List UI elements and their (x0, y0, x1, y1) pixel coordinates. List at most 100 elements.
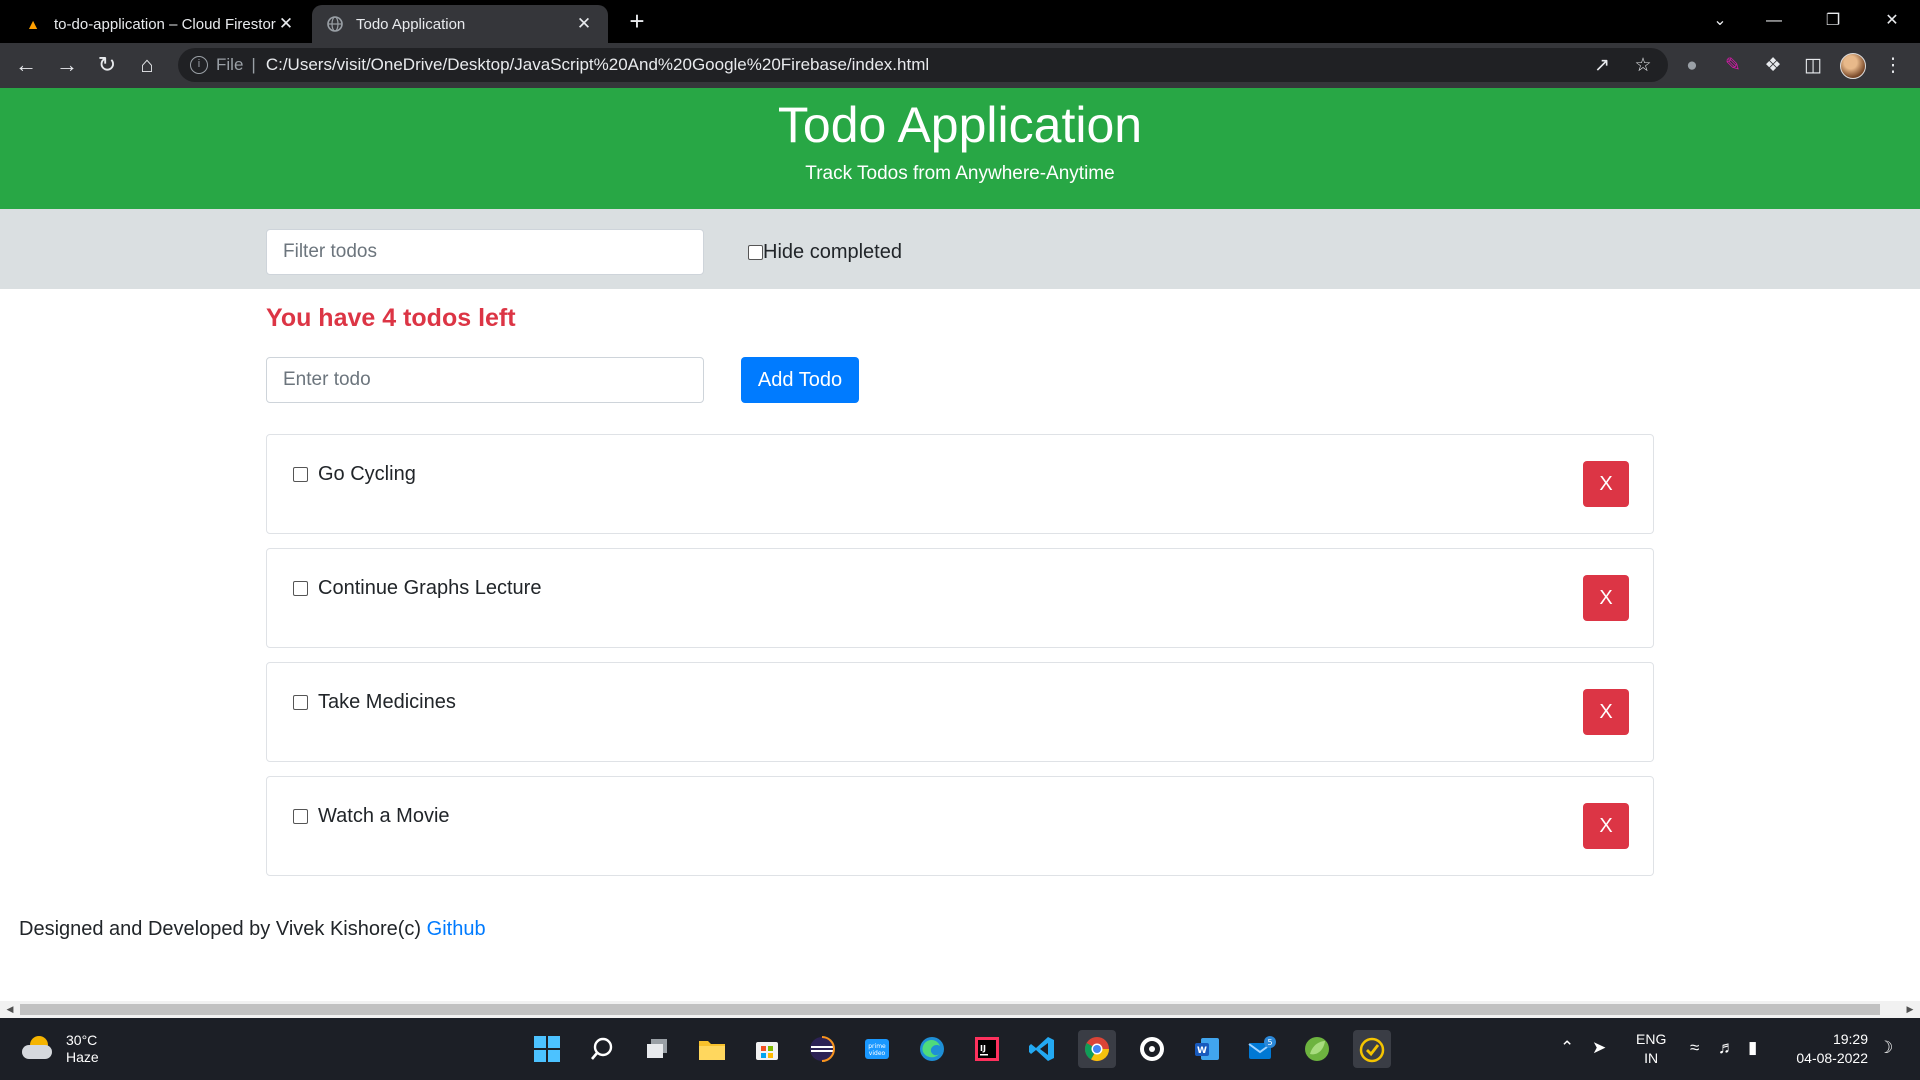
address-bar[interactable]: i File | C:/Users/visit/OneDrive/Desktop… (178, 48, 1668, 82)
share-icon[interactable]: ↗ (1589, 53, 1615, 79)
home-icon[interactable]: ⌂ (131, 49, 163, 81)
task-view-icon[interactable] (638, 1030, 676, 1068)
add-todo-button[interactable]: Add Todo (741, 357, 859, 403)
back-icon[interactable]: ← (10, 49, 42, 81)
todo-item: Continue Graphs Lecture X (266, 548, 1654, 648)
todo-text: Go Cycling (318, 463, 416, 485)
edge-icon[interactable] (913, 1030, 951, 1068)
focus-moon-icon[interactable]: ☽ (1878, 1038, 1893, 1058)
windows-start-icon[interactable] (528, 1030, 566, 1068)
delete-todo-button[interactable]: X (1583, 575, 1629, 621)
todo-checkbox[interactable] (293, 581, 308, 596)
region-code: IN (1644, 1050, 1659, 1066)
hide-completed-toggle[interactable]: Hide completed (748, 241, 902, 264)
delete-todo-button[interactable]: X (1583, 689, 1629, 735)
language-code: ENG (1636, 1031, 1667, 1047)
eclipse-icon[interactable] (803, 1030, 841, 1068)
close-window-button[interactable]: ✕ (1872, 6, 1912, 36)
horizontal-scrollbar[interactable]: ◀ ▶ (0, 1001, 1920, 1018)
filter-bar: Filter todos Hide completed (0, 209, 1920, 289)
weather-temp: 30°C (66, 1032, 98, 1048)
obs-icon[interactable] (1133, 1030, 1171, 1068)
svg-text:video: video (869, 1050, 886, 1057)
todo-app-icon[interactable] (1353, 1030, 1391, 1068)
weather-haze-icon (22, 1036, 56, 1062)
scrollbar-thumb[interactable] (20, 1004, 1880, 1015)
scroll-right-arrow-icon[interactable]: ▶ (1902, 1001, 1918, 1018)
scroll-left-arrow-icon[interactable]: ◀ (2, 1001, 18, 1018)
todo-item: Go Cycling X (266, 434, 1654, 534)
info-icon[interactable]: i (190, 56, 208, 74)
todos-left-summary: You have 4 todos left (266, 304, 516, 332)
tab-todo-application[interactable]: Todo Application ✕ (312, 5, 608, 43)
todo-checkbox[interactable] (293, 467, 308, 482)
todo-checkbox[interactable] (293, 695, 308, 710)
restore-button[interactable]: ❐ (1813, 6, 1853, 36)
menu-kebab-icon[interactable]: ⋮ (1880, 53, 1906, 79)
wifi-icon[interactable]: ≈ (1690, 1038, 1699, 1058)
todo-text: Watch a Movie (318, 805, 450, 827)
url-scheme: File (216, 55, 244, 74)
todo-checkbox[interactable] (293, 809, 308, 824)
location-icon[interactable]: ➤ (1592, 1038, 1606, 1058)
todo-item: Watch a Movie X (266, 776, 1654, 876)
weather-condition: Haze (66, 1049, 99, 1065)
svg-text:prime: prime (868, 1043, 886, 1050)
prime-video-icon[interactable]: prime video (858, 1030, 896, 1068)
svg-text:W: W (1197, 1046, 1207, 1056)
delete-todo-button[interactable]: X (1583, 803, 1629, 849)
url-text[interactable]: C:/Users/visit/OneDrive/Desktop/JavaScri… (266, 55, 929, 75)
chrome-icon[interactable] (1078, 1030, 1116, 1068)
extensions-puzzle-icon[interactable]: ❖ (1760, 53, 1786, 79)
vscode-icon[interactable] (1023, 1030, 1061, 1068)
svg-text:IJ: IJ (980, 1044, 986, 1053)
tab-search-icon[interactable]: ⌄ (1700, 6, 1740, 36)
close-tab-icon[interactable]: ✕ (276, 14, 296, 34)
taskbar: 30°C Haze prime video IJ W 5 ⌃ ➤ ENG IN … (0, 1018, 1920, 1080)
todo-text: Take Medicines (318, 691, 456, 713)
intellij-icon[interactable]: IJ (968, 1030, 1006, 1068)
pen-extension-icon[interactable]: ✎ (1720, 53, 1746, 79)
tab-title: Todo Application (356, 15, 466, 33)
page-subtitle: Track Todos from Anywhere-Anytime (805, 163, 1115, 184)
volume-icon[interactable]: ♬ (1718, 1038, 1735, 1058)
delete-todo-button[interactable]: X (1583, 461, 1629, 507)
system-clock[interactable]: 19:29 04-08-2022 (1786, 1030, 1868, 1068)
extension-icon[interactable]: ● (1679, 53, 1705, 79)
bookmark-star-icon[interactable]: ☆ (1630, 53, 1656, 79)
reload-icon[interactable]: ↻ (91, 49, 123, 81)
browser-tab-strip: ▲ to-do-application – Cloud Firestore ✕ … (0, 0, 1920, 43)
mail-badge: 5 (1267, 1038, 1272, 1047)
mail-icon[interactable]: 5 (1243, 1030, 1281, 1068)
battery-icon[interactable]: ▮ (1748, 1038, 1757, 1058)
spring-tool-icon[interactable] (1298, 1030, 1336, 1068)
clock-time: 19:29 (1832, 1031, 1868, 1047)
chevron-up-icon[interactable]: ⌃ (1560, 1038, 1574, 1058)
hide-completed-checkbox[interactable] (748, 245, 763, 260)
word-icon[interactable]: W (1188, 1030, 1226, 1068)
todo-text: Continue Graphs Lecture (318, 577, 542, 599)
hide-completed-label: Hide completed (763, 241, 902, 263)
weather-widget[interactable]: 30°C Haze (22, 1032, 99, 1066)
app-header: Todo Application Track Todos from Anywhe… (0, 88, 1920, 209)
firebase-icon: ▲ (26, 16, 40, 32)
file-explorer-icon[interactable] (693, 1030, 731, 1068)
enter-todo-input[interactable]: Enter todo (266, 357, 704, 403)
new-tab-button[interactable]: + (622, 6, 652, 36)
minimize-button[interactable]: — (1754, 6, 1794, 36)
language-indicator[interactable]: ENG IN (1636, 1030, 1666, 1068)
filter-todos-input[interactable]: Filter todos (266, 229, 704, 275)
search-icon[interactable] (583, 1030, 621, 1068)
globe-icon (326, 15, 344, 33)
todo-item: Take Medicines X (266, 662, 1654, 762)
close-tab-icon[interactable]: ✕ (574, 14, 594, 34)
profile-avatar[interactable] (1840, 53, 1866, 79)
clock-date: 04-08-2022 (1796, 1050, 1868, 1066)
side-panel-icon[interactable]: ◫ (1800, 53, 1826, 79)
github-link[interactable]: Github (427, 918, 486, 940)
page-title: Todo Application (777, 97, 1143, 153)
forward-icon[interactable]: → (51, 49, 83, 81)
microsoft-store-icon[interactable] (748, 1030, 786, 1068)
page-footer: Designed and Developed by Vivek Kishore(… (19, 918, 486, 941)
tab-firestore[interactable]: ▲ to-do-application – Cloud Firestore ✕ (10, 5, 310, 43)
